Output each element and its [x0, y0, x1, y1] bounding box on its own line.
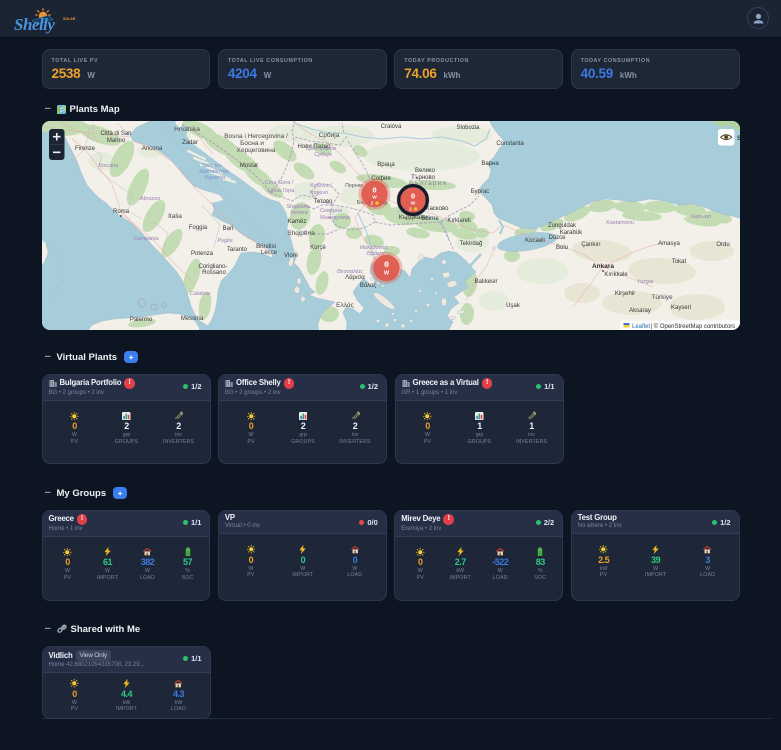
svg-text:Босна и: Босна и: [240, 140, 264, 147]
svg-text:Vlorë: Vlorë: [283, 253, 298, 259]
svg-text:Bolu: Bolu: [555, 245, 567, 251]
svg-text:Србија: Србија: [318, 131, 339, 139]
svg-text:Çankırı: Çankırı: [581, 242, 601, 248]
svg-text:Palermo: Palermo: [129, 317, 152, 323]
svg-text:Kocaeli: Kocaeli: [525, 238, 545, 244]
svg-text:Zonguldak: Zonguldak: [547, 223, 576, 229]
svg-text:Kosovo: Kosovo: [309, 190, 327, 196]
svg-text:Bosna i Hercegovina /: Bosna i Hercegovina /: [224, 133, 288, 140]
svg-text:Хасково: Хасково: [425, 206, 448, 212]
svg-text:Potenza: Potenza: [190, 251, 213, 257]
svg-text:SOLAR: SOLAR: [63, 17, 76, 21]
svg-text:W: W: [383, 271, 389, 277]
svg-text:Karabük: Karabük: [559, 230, 582, 236]
svg-text:Toscana: Toscana: [97, 163, 118, 169]
svg-text:Херцеговина: Херцеговина: [236, 147, 275, 154]
svg-text:Tekirdağ: Tekirdağ: [459, 241, 482, 247]
svg-text:Kayseri: Kayseri: [670, 305, 690, 311]
svg-text:Lecce: Lecce: [260, 250, 277, 256]
svg-text:Uşak: Uşak: [506, 303, 521, 309]
svg-text:Slobozia: Slobozia: [456, 125, 480, 131]
svg-text:Велико: Велико: [414, 168, 435, 174]
svg-text:Aksaray: Aksaray: [629, 308, 651, 314]
svg-text:Se: Se: [737, 135, 740, 142]
svg-text:Србија: Србија: [314, 152, 331, 158]
svg-text:Ancona: Ancona: [141, 146, 162, 152]
svg-text:0: 0: [410, 194, 415, 202]
svg-text:Edirne: Edirne: [421, 216, 439, 222]
svg-text:Italia: Italia: [168, 213, 182, 220]
svg-text:Campania: Campania: [133, 236, 158, 242]
svg-text:Mostar: Mostar: [239, 163, 257, 169]
svg-text:Türkiye: Türkiye: [651, 294, 673, 301]
svg-text:Zadar: Zadar: [182, 140, 198, 146]
svg-text:Roma: Roma: [112, 209, 129, 215]
svg-text:Samsun: Samsun: [690, 214, 710, 220]
svg-text:Città di San: Città di San: [100, 131, 131, 137]
svg-text:Kırklareli: Kırklareli: [447, 218, 470, 224]
svg-text:Puglia: Puglia: [217, 238, 232, 244]
svg-text:Shqipëria: Shqipëria: [287, 230, 315, 237]
svg-text:Βόλος: Βόλος: [359, 282, 375, 289]
svg-text:Korçë: Korçë: [310, 245, 326, 251]
svg-text:Rossano: Rossano: [202, 270, 226, 276]
svg-text:Ankara: Ankara: [591, 263, 613, 270]
svg-text:Македонија: Македонија: [320, 215, 351, 221]
svg-text:Враца: Враца: [377, 162, 395, 168]
svg-text:| © OpenStreetMap contributors: | © OpenStreetMap contributors: [650, 323, 735, 330]
svg-text:Craiova: Craiova: [380, 124, 401, 130]
svg-text:Θεσσαλίας: Θεσσαλίας: [336, 269, 363, 275]
svg-text:Ελλάς: Ελλάς: [336, 301, 354, 309]
svg-text:Тетово: Тетово: [313, 199, 333, 205]
svg-text:Бургас: Бургас: [470, 189, 488, 195]
svg-text:Bari: Bari: [222, 226, 233, 232]
svg-text:Calabria: Calabria: [189, 291, 209, 297]
svg-text:Taranto: Taranto: [226, 247, 247, 253]
svg-text:Kırıkkale: Kırıkkale: [604, 272, 628, 278]
svg-text:0: 0: [372, 188, 377, 196]
svg-text:Constanta: Constanta: [496, 141, 524, 147]
svg-text:Marino: Marino: [106, 138, 125, 144]
svg-text:Варна: Варна: [481, 161, 499, 167]
svg-text:0: 0: [383, 260, 388, 270]
svg-text:Crna Gora /: Crna Gora /: [264, 180, 293, 186]
svg-text:Hrvatska: Hrvatska: [174, 126, 200, 133]
svg-text:Shelly: Shelly: [14, 15, 55, 34]
svg-text:Црна Гора: Црна Гора: [267, 188, 294, 194]
svg-text:Tokat: Tokat: [671, 259, 686, 265]
svg-text:Kastamonu: Kastamonu: [606, 220, 634, 226]
svg-text:Veriore: Veriore: [290, 210, 308, 216]
svg-text:Foggia: Foggia: [188, 225, 207, 231]
svg-text:Λάρισα: Λάρισα: [345, 274, 365, 281]
svg-text:Abruzzo: Abruzzo: [138, 196, 159, 202]
svg-text:Firenze: Firenze: [74, 146, 95, 152]
svg-text:Ordu: Ordu: [716, 242, 729, 248]
svg-text:Messina: Messina: [180, 316, 203, 322]
svg-text:Kamëz: Kamëz: [287, 219, 306, 225]
svg-text:Balıkesir: Balıkesir: [474, 279, 497, 285]
svg-text:Leaflet: Leaflet: [632, 324, 650, 330]
svg-text:Kirşehir: Kirşehir: [614, 291, 634, 297]
svg-text:Yozgat: Yozgat: [636, 279, 653, 285]
svg-text:Amasya: Amasya: [658, 241, 680, 247]
svg-text:Kosova /: Kosova /: [310, 183, 332, 189]
svg-text:županija: županija: [203, 175, 225, 181]
svg-text:Северна: Северна: [319, 208, 342, 214]
